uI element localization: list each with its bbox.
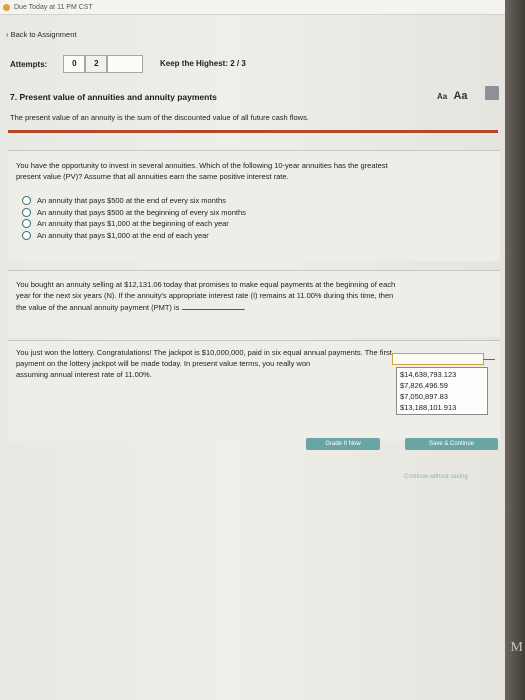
due-date-text: Due Today at 11 PM CST (14, 3, 93, 11)
back-to-assignment-link[interactable]: ‹ Back to Assignment (6, 30, 76, 39)
option-1-label: An annuity that pays $500 at the end of … (37, 196, 226, 205)
dropdown-option-2[interactable]: $7,826,496.59 (400, 380, 484, 391)
radio-icon[interactable] (22, 219, 31, 229)
dropdown-option-3[interactable]: $7,050,897.83 (400, 391, 484, 402)
part2-end: . (243, 303, 246, 312)
select-dash (483, 359, 495, 360)
option-2-label: An annuity that pays $500 at the beginni… (37, 207, 246, 217)
text-size-small-button[interactable]: Aa (437, 92, 447, 101)
monitor-bezel: M (505, 0, 525, 700)
question-intro: The present value of an annuity is the s… (10, 113, 309, 122)
bezel-logo: M (510, 640, 523, 655)
part2-line3: the value of the annual annuity payment … (16, 303, 180, 312)
part1-prompt-line2: present value (PV)? Assume that all annu… (16, 172, 289, 181)
keep-highest-label: Keep the Highest: 2 / 3 (160, 59, 246, 68)
part2-line3-wrap: the value of the annual annuity payment … (16, 301, 496, 313)
part1-panel: You have the opportunity to invest in se… (8, 150, 500, 261)
radio-icon[interactable] (22, 196, 31, 206)
attempt-box-2: 2 (85, 55, 108, 73)
attempt-box-0: 0 (63, 55, 86, 73)
pmt-answer-blank[interactable] (181, 301, 244, 310)
save-continue-button[interactable]: Save & Continue (405, 438, 498, 450)
top-bar: Due Today at 11 PM CST (0, 0, 505, 15)
lottery-dropdown-list[interactable]: $14,638,793.123 $7,826,496.59 $7,050,897… (396, 367, 488, 415)
option-3[interactable]: An annuity that pays $1,000 at the begin… (22, 218, 246, 230)
option-4-label: An annuity that pays $1,000 at the end o… (37, 230, 209, 240)
document-icon[interactable] (485, 86, 499, 100)
divider (8, 130, 498, 133)
dropdown-option-1[interactable]: $14,638,793.123 (400, 369, 484, 380)
part1-prompt: You have the opportunity to invest in se… (16, 160, 496, 182)
part2-prompt: You bought an annuity selling at $12,131… (16, 279, 496, 313)
part1-prompt-line1: You have the opportunity to invest in se… (16, 161, 388, 170)
option-1[interactable]: An annuity that pays $500 at the end of … (22, 195, 246, 207)
radio-icon[interactable] (22, 230, 31, 240)
option-4[interactable]: An annuity that pays $1,000 at the end o… (22, 230, 246, 242)
screen: Due Today at 11 PM CST ‹ Back to Assignm… (0, 0, 505, 700)
option-2[interactable]: An annuity that pays $500 at the beginni… (22, 207, 246, 219)
radio-icon[interactable] (22, 207, 31, 217)
question-title: 7. Present value of annuities and annuit… (10, 92, 217, 102)
part1-options: An annuity that pays $500 at the end of … (22, 195, 246, 241)
grade-it-now-button[interactable]: Grade It Now (306, 438, 380, 450)
attempts-label: Attempts: (10, 59, 48, 69)
dropdown-option-4[interactable]: $13,188,101.913 (400, 402, 484, 413)
text-size-controls: Aa Aa (437, 90, 468, 102)
attempt-box-empty (107, 55, 144, 73)
part2-line2: year for the next six years (N). If the … (16, 291, 394, 300)
text-size-large-button[interactable]: Aa (453, 90, 467, 102)
option-3-label: An annuity that pays $1,000 at the begin… (37, 219, 229, 228)
continue-without-saving-link[interactable]: Continue without saving (404, 474, 468, 480)
part2-panel: You bought an annuity selling at $12,131… (8, 270, 500, 337)
clock-icon (3, 3, 10, 11)
attempts-row: Attempts: 0 2 (10, 55, 144, 73)
part2-line1: You bought an annuity selling at $12,131… (16, 280, 396, 289)
part3-panel: You just won the lottery. Congratulation… (8, 340, 500, 441)
lottery-answer-select[interactable] (392, 353, 484, 365)
